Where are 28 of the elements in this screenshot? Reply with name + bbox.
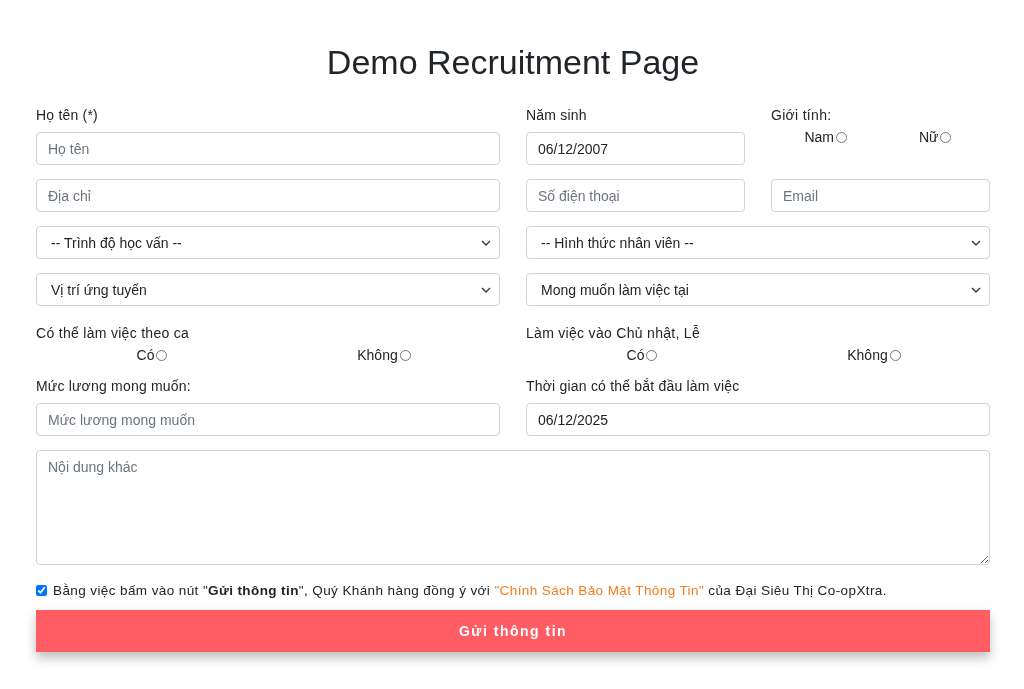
select-dropdown[interactable]: -- Hình thức nhân viên --	[526, 226, 990, 259]
select-dropdown[interactable]: Vị trí ứng tuyển	[36, 273, 500, 306]
input-field[interactable]: 06/12/2025	[526, 403, 990, 436]
select-dropdown[interactable]: Mong muốn làm việc tại	[526, 273, 990, 306]
input-field[interactable]: Địa chỉ	[36, 179, 500, 212]
field-label: Thời gian có thể bắt đầu làm việc	[526, 377, 741, 395]
consent-checkbox[interactable]	[36, 585, 47, 596]
radio-label: Có	[626, 347, 645, 363]
field-label: Làm việc vào Chủ nhật, Lễ	[526, 324, 702, 342]
input-field[interactable]: Họ tên	[36, 132, 500, 165]
input-field[interactable]: Số điện thoại	[526, 179, 745, 212]
radio-label: Nam	[804, 129, 835, 145]
input-field[interactable]: 06/12/2007	[526, 132, 745, 165]
field-label: Mức lương mong muốn:	[36, 377, 192, 395]
radio-label: Không	[847, 347, 888, 363]
input-field[interactable]: Mức lương mong muốn	[36, 403, 500, 436]
radio-label: Không	[357, 347, 398, 363]
radio-label: Có	[136, 347, 155, 363]
consent-text: Bằng việc bấm vào nút "Gửi thông tin", Quý Khánh hàng đồng ý với "Chính Sách Bảo Mật Thông Tin" của Đại Siêu Thị Co-opXtra.	[53, 583, 887, 598]
textarea-field[interactable]: Nội dung khác	[36, 450, 990, 565]
page-title: Demo Recruitment Page	[325, 42, 701, 83]
field-label: Có thể làm việc theo ca	[36, 324, 191, 342]
input-field[interactable]: Email	[771, 179, 990, 212]
field-label: Giới tính:	[771, 106, 833, 124]
field-label: Họ tên (*)	[36, 106, 99, 124]
field-label: Năm sinh	[526, 106, 588, 124]
select-dropdown[interactable]: -- Trình độ học vấn --	[36, 226, 500, 259]
radio-label: Nữ	[919, 129, 939, 145]
